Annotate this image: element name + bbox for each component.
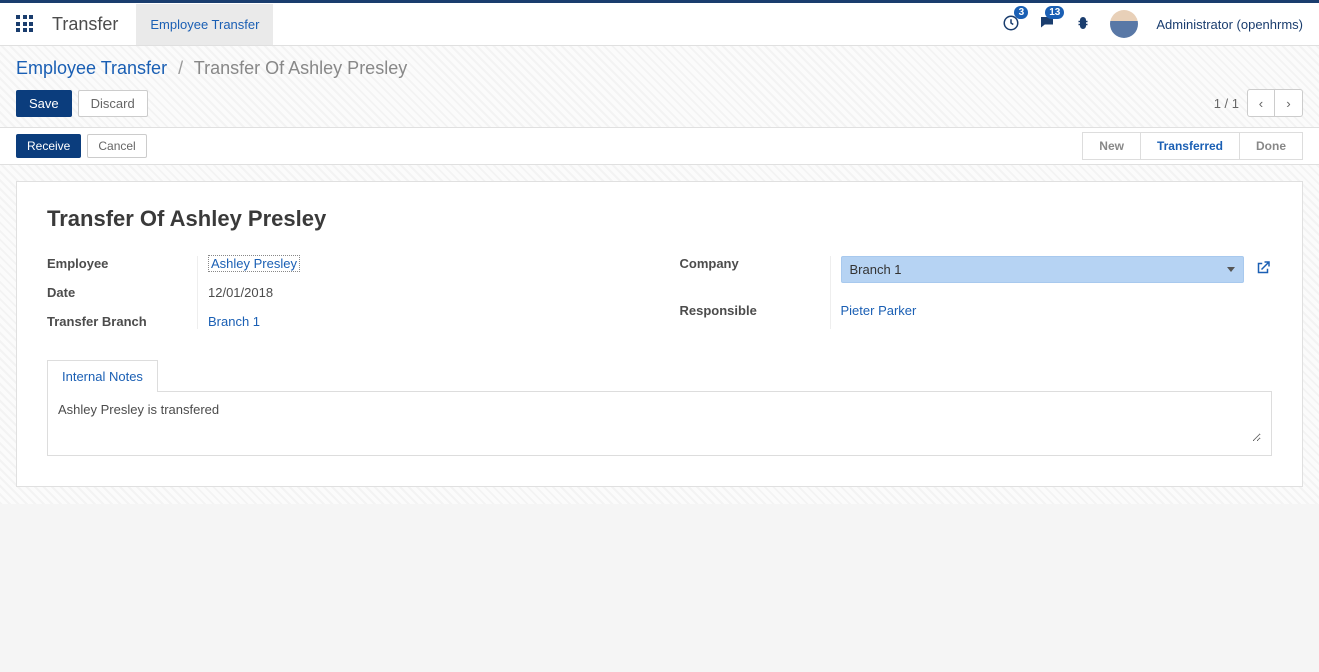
chat-badge: 13 <box>1045 6 1064 19</box>
label-branch: Transfer Branch <box>47 314 197 329</box>
label-company: Company <box>680 256 830 271</box>
label-responsible: Responsible <box>680 303 830 318</box>
form-sheet: Transfer Of Ashley Presley Employee Date… <box>16 181 1303 487</box>
receive-button[interactable]: Receive <box>16 134 81 158</box>
discard-button[interactable]: Discard <box>78 90 148 117</box>
breadcrumb-current: Transfer Of Ashley Presley <box>194 58 407 78</box>
topbar: Transfer Employee Transfer 3 13 Administ… <box>0 0 1319 46</box>
pager: 1 / 1 ‹ › <box>1214 89 1303 117</box>
value-responsible[interactable]: Pieter Parker <box>841 303 917 318</box>
apps-icon[interactable] <box>16 15 34 33</box>
module-name: Transfer <box>52 14 118 35</box>
chat-icon[interactable]: 13 <box>1038 14 1056 35</box>
cancel-button[interactable]: Cancel <box>87 134 146 158</box>
tab-internal-notes[interactable]: Internal Notes <box>47 360 158 392</box>
status-done[interactable]: Done <box>1240 132 1303 160</box>
clock-icon[interactable]: 3 <box>1002 14 1020 35</box>
pager-prev[interactable]: ‹ <box>1247 89 1275 117</box>
value-date[interactable]: 12/01/2018 <box>208 285 640 300</box>
label-employee: Employee <box>47 256 197 271</box>
avatar[interactable] <box>1110 10 1138 38</box>
tab-employee-transfer[interactable]: Employee Transfer <box>136 4 273 45</box>
user-menu[interactable]: Administrator (openhrms) <box>1156 17 1303 32</box>
pager-next[interactable]: › <box>1275 89 1303 117</box>
pager-text: 1 / 1 <box>1214 96 1239 111</box>
company-select[interactable]: Branch 1 <box>841 256 1245 283</box>
status-new[interactable]: New <box>1082 132 1141 160</box>
page-title: Transfer Of Ashley Presley <box>47 206 1272 232</box>
external-link-icon[interactable] <box>1254 259 1272 280</box>
value-branch[interactable]: Branch 1 <box>208 314 260 329</box>
internal-notes-input[interactable] <box>58 402 1261 442</box>
clock-badge: 3 <box>1014 6 1028 19</box>
bug-icon[interactable] <box>1074 14 1092 35</box>
value-employee[interactable]: Ashley Presley <box>208 255 300 272</box>
save-button[interactable]: Save <box>16 90 72 117</box>
status-bar: New Transferred Done <box>1082 132 1303 160</box>
status-transferred[interactable]: Transferred <box>1141 132 1240 160</box>
breadcrumb-root[interactable]: Employee Transfer <box>16 58 167 78</box>
chevron-down-icon <box>1227 267 1235 272</box>
breadcrumb: Employee Transfer / Transfer Of Ashley P… <box>16 58 407 79</box>
label-date: Date <box>47 285 197 300</box>
company-value: Branch 1 <box>850 262 902 277</box>
